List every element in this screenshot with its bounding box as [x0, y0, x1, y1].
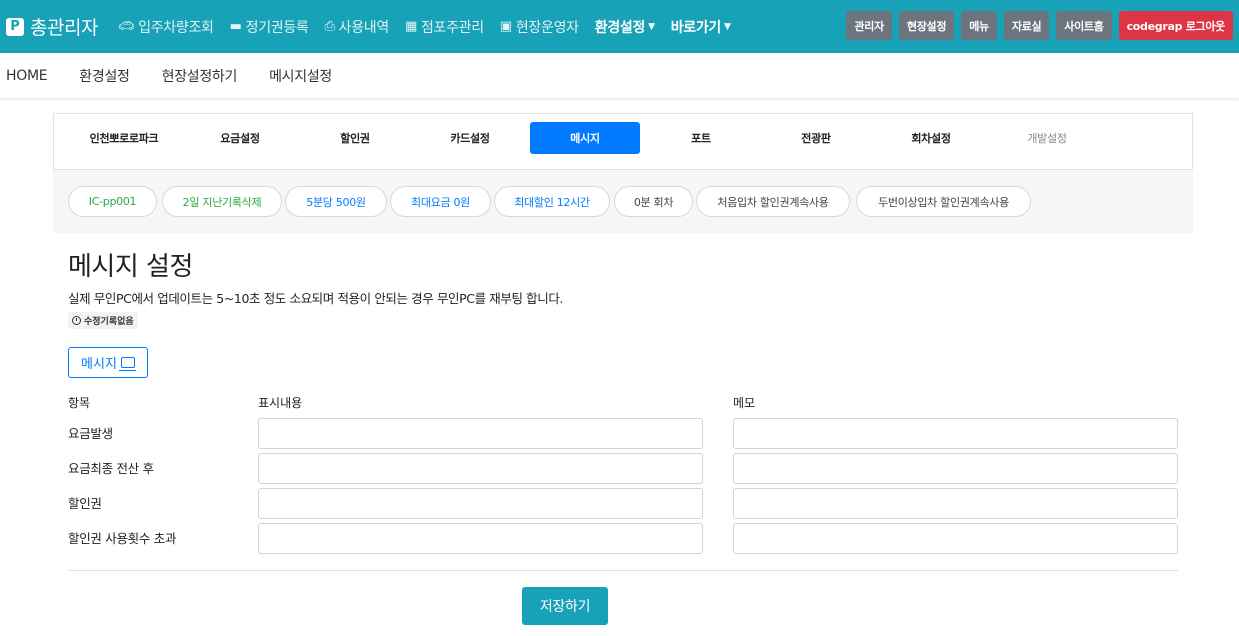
nav-dropdown-shortcuts[interactable]: 바로가기 ▼ [671, 17, 731, 37]
tab-card-settings[interactable]: 카드설정 [415, 122, 525, 154]
row-label-fee-charged: 요금발생 [68, 426, 113, 441]
memo-input-fee-finalized[interactable] [733, 453, 1178, 484]
nav-link-usage-history[interactable]: ⎙ 사용내역 [324, 17, 390, 37]
chip-record-delete: 2일 지난기록삭제 [162, 186, 282, 217]
display-input-discount-ticket[interactable] [258, 488, 703, 519]
nav-link-site-operator[interactable]: ▣ 현장운영자 [500, 17, 579, 37]
message-button-label: 메시지 [81, 357, 117, 372]
site-summary-chips: IC-pp001 2일 지난기록삭제 5분당 500원 최대요금 0원 최대할인… [53, 170, 1193, 233]
save-button[interactable]: 저장하기 [522, 587, 608, 625]
breadcrumb-item-home[interactable]: HOME [6, 68, 48, 84]
tab-message[interactable]: 메시지 [530, 122, 640, 154]
tab-site-name[interactable]: 인천뽀로로파크 [69, 122, 179, 154]
message-button[interactable]: 메시지 [68, 347, 148, 378]
display-input-fee-charged[interactable] [258, 418, 703, 449]
top-navbar: P 총관리자 🚗︎ 입주차량조회 ▬ 정기권등록 ⎙ 사용내역 ▦ 점포주관리 … [0, 0, 1239, 53]
tab-display-board[interactable]: 전광판 [761, 122, 871, 154]
nav-link-store-owner[interactable]: ▦ 점포주관리 [405, 17, 484, 37]
print-icon: ⎙ [324, 19, 335, 34]
chip-rate: 5분당 500원 [285, 186, 387, 217]
chip-turnaround: 0분 회차 [614, 186, 693, 217]
page-title: 메시지 설정 [68, 252, 193, 282]
history-badge-label: 수정기록없음 [84, 317, 134, 327]
tab-turnaround-settings[interactable]: 회차설정 [876, 122, 986, 154]
chip-repeat-entry: 두번이상입차 할인권계속사용 [856, 186, 1031, 217]
settings-tabs: 인천뽀로로파크 요금설정 할인권 카드설정 메시지 포트 전광판 회차설정 개발… [53, 113, 1193, 170]
nav-buttons: 관리자 현장설정 메뉴 자료실 사이트홈 codegrap 로그아웃 [839, 11, 1233, 40]
tab-dev-settings[interactable]: 개발설정 [992, 122, 1102, 154]
chip-max-fee: 최대요금 0원 [390, 186, 491, 217]
site-settings-button[interactable]: 현장설정 [898, 11, 955, 40]
nav-link-label: 환경설정 [594, 19, 646, 36]
breadcrumb-item-settings[interactable]: 환경설정 [79, 66, 130, 86]
caret-down-icon: ▼ [648, 21, 655, 32]
tab-port[interactable]: 포트 [646, 122, 756, 154]
tab-fee-settings[interactable]: 요금설정 [185, 122, 295, 154]
parking-logo-icon: P [6, 17, 24, 36]
form-divider [68, 570, 1178, 571]
nav-links: 🚗︎ 입주차량조회 ▬ 정기권등록 ⎙ 사용내역 ▦ 점포주관리 ▣ 현장운영자… [118, 17, 747, 37]
memo-input-fee-charged[interactable] [733, 418, 1178, 449]
column-header-display: 표시내용 [258, 396, 303, 410]
resources-button[interactable]: 자료실 [1003, 11, 1050, 40]
nav-link-label: 사용내역 [338, 19, 390, 36]
site-home-button[interactable]: 사이트홈 [1056, 11, 1112, 40]
chip-site-code: IC-pp001 [68, 186, 157, 217]
breadcrumb-item-site-settings[interactable]: 현장설정하기 [162, 66, 238, 86]
nav-link-label: 입주차량조회 [138, 19, 214, 36]
history-badge: 수정기록없음 [68, 312, 138, 329]
brand-title: 총관리자 [30, 17, 98, 39]
column-header-item: 항목 [68, 396, 91, 410]
breadcrumb-item-message-settings[interactable]: 메시지설정 [269, 66, 332, 86]
page-description: 실제 무인PC에서 업데이트는 5~10초 정도 소요되며 적용이 안되는 경우… [68, 291, 564, 306]
card-icon: ▬ [229, 19, 242, 34]
logout-button[interactable]: codegrap 로그아웃 [1118, 11, 1233, 40]
laptop-icon [118, 357, 136, 371]
display-input-fee-finalized[interactable] [258, 453, 703, 484]
users-icon: ▣ [499, 19, 512, 34]
nav-link-vehicle-lookup[interactable]: 🚗︎ 입주차량조회 [118, 17, 214, 37]
caret-down-icon: ▼ [724, 21, 731, 32]
car-icon: 🚗︎ [117, 19, 135, 34]
memo-input-discount-ticket[interactable] [733, 488, 1178, 519]
tab-discount-ticket[interactable]: 할인권 [300, 122, 410, 154]
nav-link-label: 현장운영자 [515, 19, 579, 36]
store-icon: ▦ [404, 19, 417, 34]
chip-max-discount: 최대할인 12시간 [494, 186, 610, 217]
memo-input-discount-limit-exceeded[interactable] [733, 523, 1178, 554]
nav-link-pass-register[interactable]: ▬ 정기권등록 [230, 17, 309, 37]
column-header-memo: 메모 [733, 396, 756, 410]
breadcrumb: HOME 환경설정 현장설정하기 메시지설정 [0, 53, 1239, 98]
admin-button[interactable]: 관리자 [846, 11, 892, 40]
clock-icon [72, 316, 81, 325]
row-label-discount-limit-exceeded: 할인권 사용횟수 초과 [68, 531, 177, 546]
nav-link-label: 바로가기 [670, 19, 722, 36]
row-label-discount-ticket: 할인권 [68, 496, 102, 511]
display-input-discount-limit-exceeded[interactable] [258, 523, 703, 554]
row-label-fee-finalized: 요금최종 전산 후 [68, 461, 154, 476]
nav-link-label: 점포주관리 [420, 19, 484, 36]
chip-first-entry: 처음입차 할인권계속사용 [696, 186, 850, 217]
menu-button[interactable]: 메뉴 [961, 11, 997, 40]
nav-link-label: 정기권등록 [245, 19, 309, 36]
brand[interactable]: P 총관리자 [6, 13, 98, 40]
nav-dropdown-settings[interactable]: 환경설정 ▼ [595, 17, 655, 37]
